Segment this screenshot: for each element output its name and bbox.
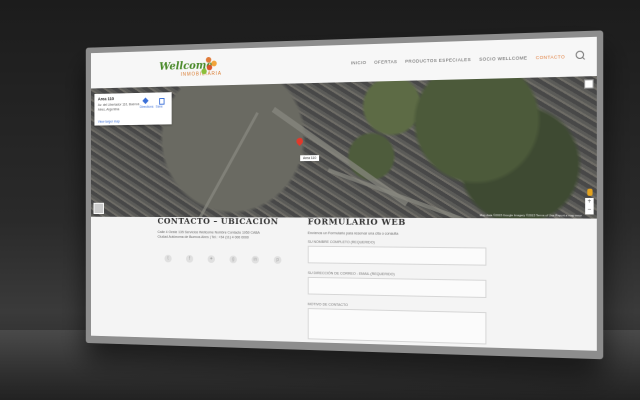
contact-line-2: Ciudad Autónoma de Buenos Aires | Tel.: … bbox=[157, 235, 294, 241]
satellite-toggle[interactable] bbox=[94, 203, 104, 214]
nav-item-ofertas[interactable]: OFERTAS bbox=[374, 59, 397, 65]
contact-title: CONTACTO – UBICACIÓN bbox=[157, 217, 294, 227]
map-info-card: Area 110 Av. del Libertador 110, Buenos … bbox=[94, 92, 171, 125]
name-field-label: SU NOMBRE COMPLETO (requerido) bbox=[308, 240, 505, 246]
street-view-icon[interactable] bbox=[587, 189, 592, 196]
fullscreen-icon[interactable] bbox=[584, 79, 594, 89]
twitter-icon[interactable]: t bbox=[165, 255, 172, 263]
nav-item-contacto[interactable]: CONTACTO bbox=[536, 54, 565, 60]
larger-map-link[interactable]: View larger map bbox=[98, 120, 120, 124]
email-field[interactable] bbox=[308, 277, 487, 298]
stage: Wellcome INMOBILIARIA INICIO OFERTAS PRO… bbox=[0, 0, 640, 400]
linkedin-icon[interactable]: in bbox=[252, 256, 259, 264]
search-icon[interactable] bbox=[576, 51, 584, 59]
reason-field[interactable] bbox=[308, 308, 487, 344]
place-name: Area 110 bbox=[98, 96, 114, 101]
twitter-bird-icon[interactable]: ✦ bbox=[208, 255, 215, 263]
website-screen: Wellcome INMOBILIARIA INICIO OFERTAS PRO… bbox=[91, 37, 597, 351]
contact-info: CONTACTO – UBICACIÓN Calle 4 Oeste 135 S… bbox=[157, 217, 294, 241]
nav-item-inicio[interactable]: INICIO bbox=[351, 60, 367, 65]
site-logo[interactable]: Wellcome INMOBILIARIA bbox=[159, 59, 218, 83]
monitor-frame: Wellcome INMOBILIARIA INICIO OFERTAS PRO… bbox=[86, 30, 603, 359]
directions-icon[interactable] bbox=[142, 97, 148, 104]
social-links: t f ✦ g in p bbox=[165, 255, 282, 264]
map-footer: Map data ©2015 Google Imagery ©2015 Term… bbox=[480, 213, 582, 217]
google-map[interactable]: Area 110 Av. del Libertador 110, Buenos … bbox=[91, 76, 597, 219]
logo-dot-icon bbox=[211, 61, 216, 67]
zoom-in-button[interactable]: + bbox=[585, 198, 593, 206]
map-road bbox=[192, 112, 258, 219]
form-title: FORMULARIO WEB bbox=[308, 218, 505, 229]
facebook-icon[interactable]: f bbox=[186, 255, 193, 263]
contact-form: FORMULARIO WEB Envíenos un Formulario pa… bbox=[308, 218, 505, 345]
main-nav: INICIO OFERTAS PRODUCTOS ESPECIALES SOCI… bbox=[351, 54, 565, 65]
zoom-out-button[interactable]: − bbox=[585, 206, 593, 214]
contact-section: CONTACTO – UBICACIÓN Calle 4 Oeste 135 S… bbox=[91, 217, 597, 351]
save-label[interactable]: Save bbox=[156, 105, 163, 109]
map-pin-label: Area 110 bbox=[300, 155, 319, 161]
nav-item-socio[interactable]: SOCIO WELLCOME bbox=[479, 55, 527, 61]
nav-item-productos[interactable]: PRODUCTOS ESPECIALES bbox=[405, 57, 471, 64]
pinterest-icon[interactable]: p bbox=[274, 256, 281, 264]
map-road bbox=[328, 168, 468, 218]
directions-label[interactable]: Directions bbox=[140, 105, 154, 109]
place-address: Av. del Libertador 110, Buenos Aires, Ar… bbox=[98, 102, 140, 111]
map-pin-icon[interactable] bbox=[295, 136, 304, 146]
zoom-control[interactable]: + − bbox=[585, 198, 593, 215]
form-intro: Envíenos un Formulario para reservar una… bbox=[308, 231, 505, 237]
google-plus-icon[interactable]: g bbox=[230, 256, 237, 264]
name-field[interactable] bbox=[308, 246, 487, 266]
